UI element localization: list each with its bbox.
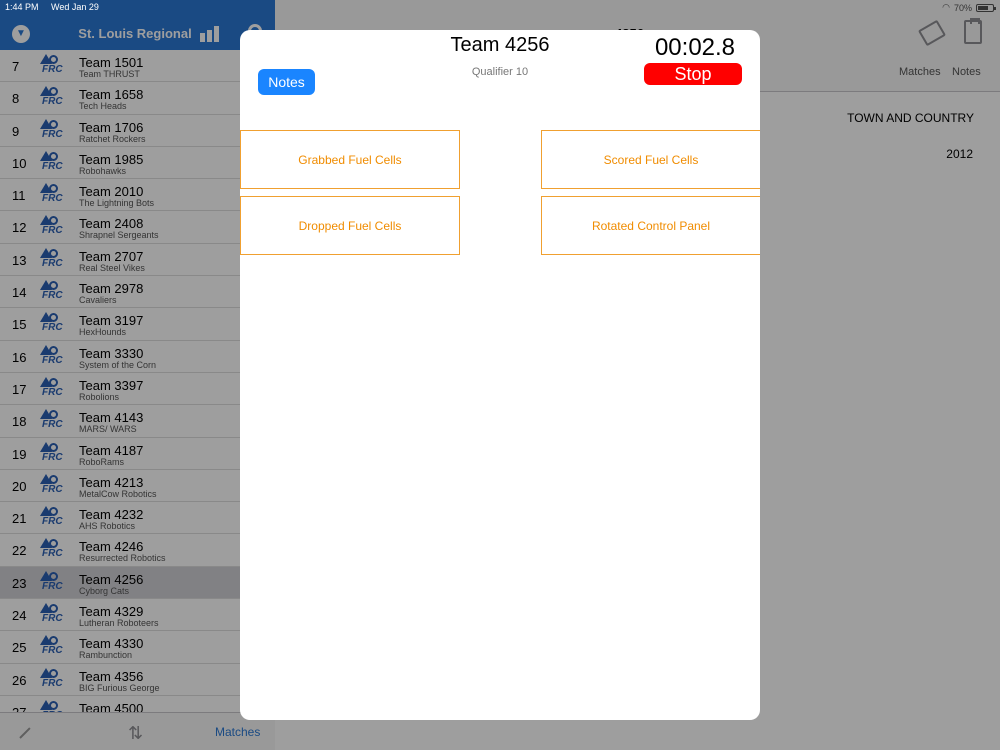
- modal-title: Team 4256: [450, 34, 550, 56]
- scored-fuel-cells-button[interactable]: Scored Fuel Cells: [541, 130, 760, 189]
- match-timer: 00:02.8: [654, 34, 736, 61]
- wifi-icon: ◠: [942, 2, 950, 12]
- scouting-modal: Team 4256 Qualifier 10 Notes 00:02.8 Sto…: [240, 30, 760, 720]
- battery-icon: [976, 3, 996, 12]
- status-time: 1:44 PM: [5, 2, 39, 12]
- grabbed-fuel-cells-button[interactable]: Grabbed Fuel Cells: [240, 130, 460, 189]
- battery-percent: 70%: [953, 2, 972, 13]
- status-date: Wed Jan 29: [51, 2, 99, 12]
- stop-button[interactable]: Stop: [644, 63, 742, 85]
- rotated-control-panel-button[interactable]: Rotated Control Panel: [541, 196, 760, 255]
- match-label: Qualifier 10: [471, 66, 529, 78]
- status-bar: 1:44 PM Wed Jan 29 ◠ 70%: [0, 0, 1000, 14]
- dropped-fuel-cells-button[interactable]: Dropped Fuel Cells: [240, 196, 460, 255]
- notes-button[interactable]: Notes: [258, 69, 315, 95]
